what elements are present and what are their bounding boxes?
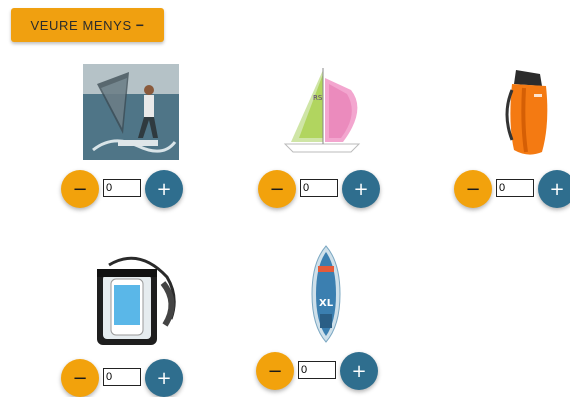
windsurf-photo-icon [83, 64, 179, 160]
quantity-control: − + [61, 170, 201, 210]
quantity-input[interactable] [298, 361, 336, 379]
quantity-control: − + [454, 170, 570, 210]
svg-text:RS: RS [313, 94, 323, 102]
increase-quantity-button[interactable]: + [342, 170, 380, 208]
show-less-button[interactable]: VEURE MENYS − [11, 8, 164, 42]
sailboat-image[interactable]: RS [258, 62, 398, 162]
decrease-quantity-button[interactable]: − [256, 352, 294, 390]
dry-bag-photo-icon [505, 70, 548, 155]
product-card-phone-case: − + [61, 251, 201, 397]
product-page: VEURE MENYS − − + [0, 0, 570, 397]
product-card-dry-bag: − + [454, 62, 570, 212]
paddle-board-image[interactable]: XL [256, 244, 396, 344]
phone-case-image[interactable] [61, 251, 201, 351]
sailboat-photo-icon: RS [283, 68, 361, 153]
quantity-control: − + [61, 359, 201, 397]
quantity-input[interactable] [103, 368, 141, 386]
increase-quantity-button[interactable]: + [145, 359, 183, 397]
quantity-input[interactable] [300, 179, 338, 197]
decrease-quantity-button[interactable]: − [61, 359, 99, 397]
increase-quantity-button[interactable]: + [145, 170, 183, 208]
dry-bag-image[interactable] [454, 62, 570, 162]
decrease-quantity-button[interactable]: − [61, 170, 99, 208]
quantity-input[interactable] [496, 179, 534, 197]
decrease-quantity-button[interactable]: − [454, 170, 492, 208]
product-card-sailboat: RS − + [258, 62, 398, 212]
quantity-control: − + [256, 352, 396, 392]
windsurf-image[interactable] [61, 62, 201, 162]
paddle-board-photo-icon: XL [311, 245, 341, 343]
product-card-paddle-board: XL − + [256, 244, 396, 394]
phone-case-photo-icon [97, 256, 176, 345]
decrease-quantity-button[interactable]: − [258, 170, 296, 208]
increase-quantity-button[interactable]: + [538, 170, 570, 208]
show-less-label: VEURE MENYS [30, 17, 132, 33]
minus-icon: − [135, 17, 145, 33]
quantity-control: − + [258, 170, 398, 210]
increase-quantity-button[interactable]: + [340, 352, 378, 390]
product-card-windsurf: − + [61, 62, 201, 212]
svg-text:XL: XL [319, 298, 334, 309]
quantity-input[interactable] [103, 179, 141, 197]
